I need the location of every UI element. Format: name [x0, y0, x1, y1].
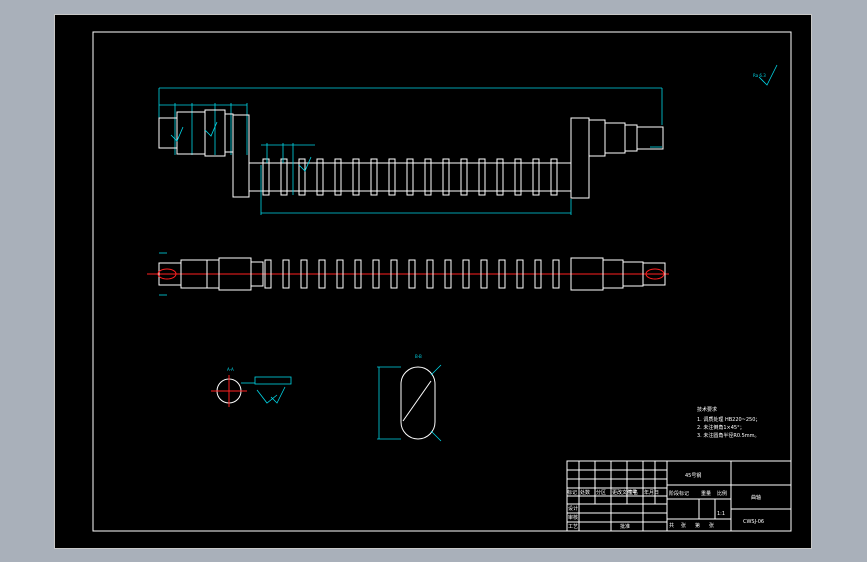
- tech-requirement-1: 1. 调质处理 HB220~250；: [697, 416, 760, 423]
- tb-date: 年月日: [644, 489, 659, 496]
- tb-scale: 1:1: [717, 511, 725, 517]
- drawing-sheet: Ra 6.3 A-A B-B 技术要求 1. 调质处理 HB220~250； 2…: [54, 14, 812, 549]
- ring: [496, 158, 504, 196]
- tb-stage: 阶段标记: [669, 490, 689, 497]
- section-b-label: B-B: [415, 354, 422, 359]
- tb-approve: 批准: [620, 523, 630, 530]
- ring: [334, 158, 342, 196]
- drawing-canvas: Ra 6.3 A-A B-B 技术要求 1. 调质处理 HB220~250； 2…: [92, 31, 792, 532]
- crankshaft-top-view: [147, 252, 669, 296]
- ring: [262, 158, 270, 196]
- ring: [370, 158, 378, 196]
- drawing-border: [92, 31, 792, 532]
- ring: [532, 158, 540, 196]
- tb-count: 处数: [580, 489, 590, 496]
- ring: [478, 158, 486, 196]
- tb-sheet-no: 第: [695, 522, 700, 529]
- ring: [514, 158, 522, 196]
- title-block: 标记 处数 分区 更改文件号 签名 年月日 设计 审核 工艺 批准 45号钢 阶…: [566, 460, 792, 532]
- tb-sheet: 张: [709, 522, 714, 529]
- tech-requirements-heading: 技术要求: [697, 406, 717, 413]
- tb-mark: 标记: [567, 489, 577, 496]
- tb-zone: 分区: [596, 489, 606, 496]
- section-a-a: A-A: [211, 367, 292, 407]
- tb-process: 工艺: [568, 524, 578, 530]
- section-b-b: B-B: [377, 354, 442, 442]
- tb-weight: 重量: [701, 490, 711, 497]
- ring: [406, 158, 414, 196]
- ring: [442, 158, 450, 196]
- ring: [460, 158, 468, 196]
- roughness-symbol-icon: Ra 6.3: [753, 64, 778, 86]
- tech-requirement-3: 3. 未注圆角半径R0.5mm。: [697, 432, 760, 439]
- roughness-label: Ra 6.3: [753, 73, 766, 78]
- ring: [424, 158, 432, 196]
- tb-total: 共: [669, 522, 674, 529]
- tech-requirements: 技术要求 1. 调质处理 HB220~250； 2. 未注倒角1×45°； 3.…: [697, 406, 760, 439]
- tb-sign: 签名: [628, 489, 638, 496]
- ring: [280, 158, 288, 196]
- crankpin-rings: [262, 158, 558, 196]
- ring: [550, 158, 558, 196]
- tech-requirement-2: 2. 未注倒角1×45°；: [697, 424, 745, 431]
- section-a-label: A-A: [227, 367, 234, 372]
- tb-part-name: 曲轴: [751, 494, 761, 501]
- ring: [298, 158, 306, 196]
- cad-viewport: Ra 6.3 A-A B-B 技术要求 1. 调质处理 HB220~250； 2…: [0, 0, 867, 562]
- tb-review: 审核: [568, 514, 578, 521]
- tb-drawing-number: CWSJ-06: [743, 519, 764, 525]
- ring: [388, 158, 396, 196]
- ring: [316, 158, 324, 196]
- tb-material: 45号钢: [685, 472, 701, 479]
- crankshaft-front-view: [158, 87, 664, 215]
- tb-design: 设计: [568, 505, 578, 512]
- tb-sheets: 张: [681, 522, 686, 529]
- tb-scale-label: 比例: [717, 490, 727, 497]
- ring: [352, 158, 360, 196]
